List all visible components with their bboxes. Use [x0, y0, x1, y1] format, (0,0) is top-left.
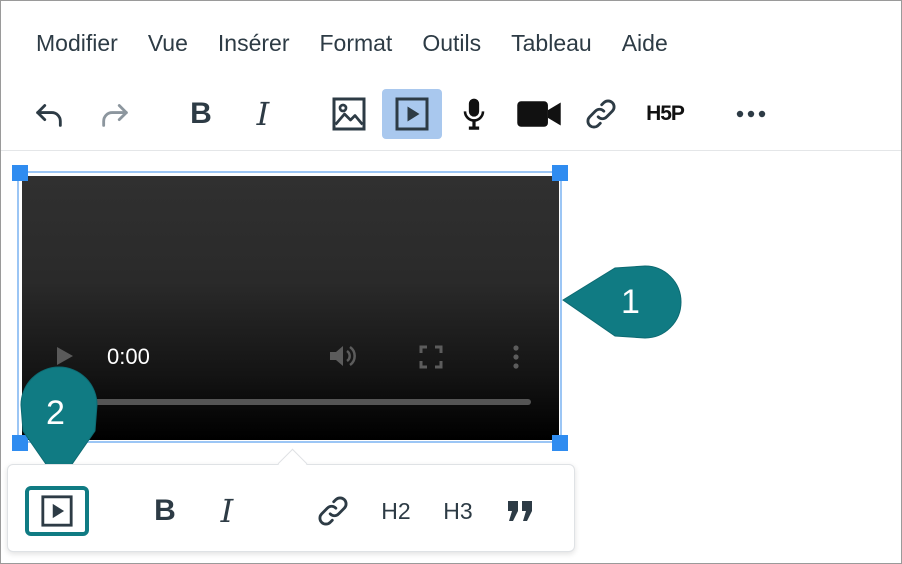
undo-button[interactable]	[23, 89, 75, 139]
video-options-icon[interactable]	[510, 344, 522, 370]
media-icon	[41, 495, 73, 527]
more-button[interactable]	[725, 89, 777, 139]
menu-modifier[interactable]: Modifier	[21, 27, 133, 59]
video-time: 0:00	[107, 344, 150, 369]
image-icon	[332, 97, 366, 131]
fullscreen-icon[interactable]	[419, 345, 443, 369]
menu-aide[interactable]: Aide	[607, 27, 683, 59]
callout-1-number: 1	[621, 283, 640, 321]
play-icon[interactable]	[53, 345, 75, 367]
resize-handle-bottom-right[interactable]	[552, 435, 568, 451]
undo-icon	[36, 104, 62, 127]
resize-handle-top-right[interactable]	[552, 165, 568, 181]
context-h2-button[interactable]: H2	[371, 486, 421, 536]
link-icon	[318, 496, 348, 526]
image-button[interactable]	[323, 89, 375, 139]
toolbar: B I H5P	[1, 89, 901, 145]
menu-format[interactable]: Format	[304, 27, 407, 59]
toolbar-divider	[1, 150, 901, 151]
resize-handle-top-left[interactable]	[12, 165, 28, 181]
record-audio-button[interactable]	[448, 89, 500, 139]
volume-icon[interactable]	[328, 342, 360, 370]
more-icon	[736, 110, 766, 118]
bold-button[interactable]: B	[175, 89, 227, 139]
redo-button[interactable]	[89, 89, 141, 139]
context-h3-button[interactable]: H3	[433, 486, 483, 536]
context-link-button[interactable]	[309, 486, 357, 536]
editor-frame: Modifier Vue Insérer Format Outils Table…	[0, 0, 902, 564]
context-italic-button[interactable]: I	[203, 486, 251, 536]
menu-inserer[interactable]: Insérer	[203, 27, 305, 59]
video-progress-track[interactable]	[93, 399, 531, 405]
context-bold-button[interactable]: B	[141, 486, 189, 536]
link-button[interactable]	[575, 89, 627, 139]
link-icon	[586, 99, 616, 129]
record-video-button[interactable]	[511, 89, 567, 139]
italic-button[interactable]: I	[237, 89, 289, 139]
menu-tableau[interactable]: Tableau	[496, 27, 607, 59]
menu-outils[interactable]: Outils	[407, 27, 496, 59]
callout-2-number: 2	[46, 394, 65, 432]
context-quote-button[interactable]	[497, 486, 545, 536]
quote-icon	[508, 501, 532, 521]
media-icon	[395, 97, 429, 131]
microphone-icon	[463, 98, 485, 130]
video-camera-icon	[517, 101, 561, 127]
media-button[interactable]	[382, 89, 442, 139]
menubar: Modifier Vue Insérer Format Outils Table…	[21, 27, 683, 59]
h5p-button[interactable]: H5P	[637, 89, 693, 139]
redo-icon	[102, 104, 128, 127]
media-options-button[interactable]	[25, 486, 89, 536]
menu-vue[interactable]: Vue	[133, 27, 203, 59]
